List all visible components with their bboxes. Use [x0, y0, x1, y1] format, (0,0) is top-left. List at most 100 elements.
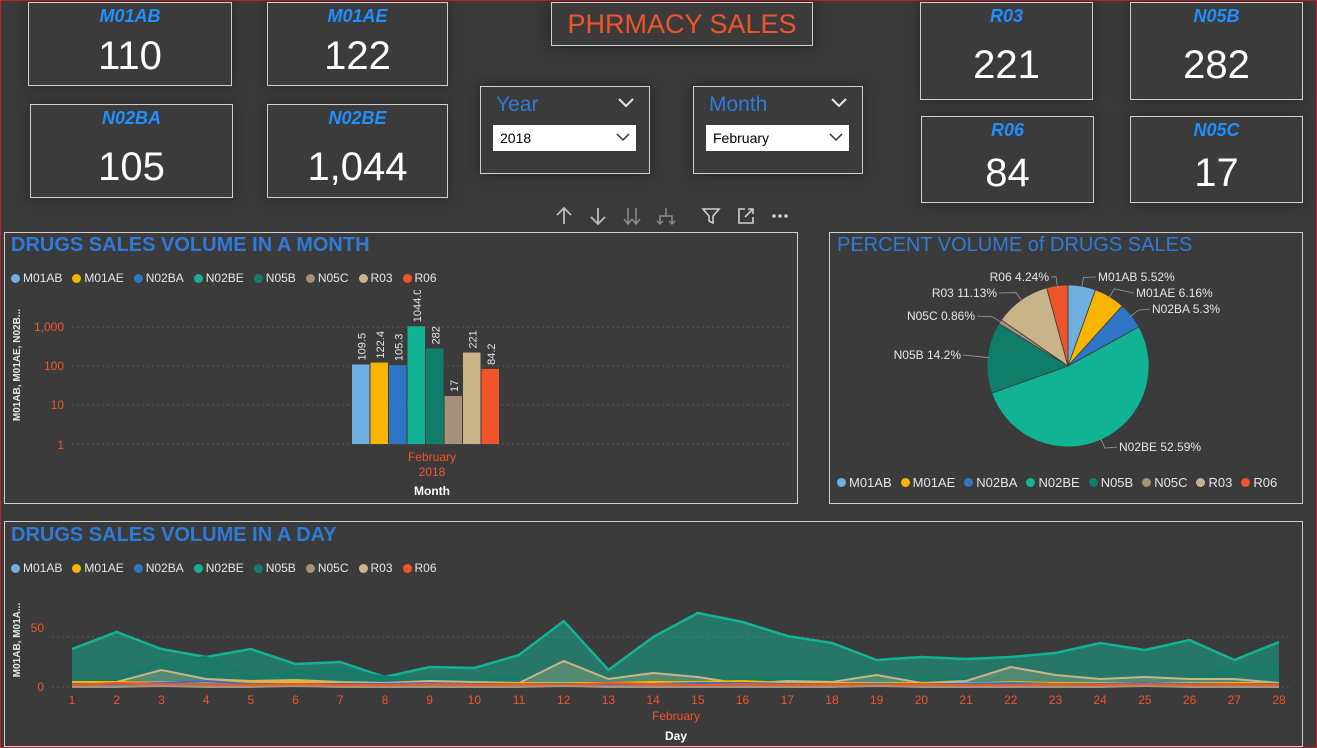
focus-mode-icon[interactable]: [736, 206, 756, 226]
legend-item[interactable]: R06: [1241, 475, 1277, 490]
chevron-down-icon: [829, 133, 843, 142]
more-options-icon[interactable]: [770, 206, 790, 226]
legend-label: N02BE: [205, 271, 244, 285]
bar-m01ab[interactable]: [352, 364, 370, 444]
legend-swatch: [305, 563, 315, 573]
x-tick-label: 13: [602, 693, 616, 707]
kpi-label: N02BE: [328, 108, 387, 128]
x-tick-label: 25: [1138, 693, 1152, 707]
legend-item[interactable]: M01AE: [900, 475, 955, 490]
bar-r06[interactable]: [481, 368, 500, 444]
kpi-value: 221: [973, 43, 1040, 87]
legend-item[interactable]: R03: [358, 271, 393, 285]
hierarchy-icon[interactable]: [656, 206, 676, 226]
y-tick-label: 1: [57, 438, 64, 452]
legend-item[interactable]: N02BA: [133, 271, 184, 285]
kpi-card-n05c[interactable]: N05C 17: [1130, 116, 1303, 203]
legend-item[interactable]: N05B: [253, 561, 296, 575]
legend-item[interactable]: N02BE: [193, 271, 244, 285]
x-tick-label: 21: [959, 693, 973, 707]
kpi-card-n05b[interactable]: N05B 282: [1130, 2, 1303, 100]
double-arrow-down-icon[interactable]: [622, 206, 642, 226]
legend-item[interactable]: N02BA: [133, 561, 184, 575]
legend-swatch: [1142, 478, 1152, 487]
monthly-bar-chart[interactable]: M01AB, M01AE, N02B... 1,000 100 10 1 109…: [4, 290, 794, 500]
legend-item[interactable]: N05C: [305, 271, 349, 285]
arrow-down-icon[interactable]: [588, 206, 608, 226]
month-dropdown[interactable]: February: [706, 125, 849, 151]
legend-item[interactable]: R03: [358, 561, 393, 575]
arrow-up-icon[interactable]: [554, 206, 574, 226]
kpi-card-m01ae[interactable]: M01AE 122: [267, 2, 448, 86]
month-slicer[interactable]: Month February: [693, 86, 863, 174]
kpi-card-n02be[interactable]: N02BE 1,044: [267, 104, 448, 198]
legend-item[interactable]: M01AB: [837, 475, 892, 490]
daily-area-chart[interactable]: M01AB, M01A... 50 0 1 2 3 4 5 6 7 8 9 10 11 12 13 14 1…: [4, 580, 1301, 744]
bar-r03[interactable]: [463, 352, 481, 444]
legend-item[interactable]: M01AB: [11, 271, 62, 285]
pie-label: R06 4.24%: [990, 270, 1050, 284]
legend-label: R06: [414, 271, 437, 285]
kpi-label: N05C: [1193, 120, 1240, 140]
legend-item[interactable]: R03: [1196, 475, 1232, 490]
legend-item[interactable]: N02BA: [964, 475, 1017, 490]
month-dropdown-value: February: [713, 130, 770, 146]
legend-item[interactable]: R06: [402, 561, 437, 575]
legend-swatch: [1026, 478, 1036, 487]
legend-item[interactable]: N05C: [305, 561, 349, 575]
chevron-down-icon[interactable]: [830, 97, 848, 109]
chevron-down-icon: [616, 133, 630, 142]
legend-label: N02BE: [1038, 475, 1080, 490]
x-tick-label: 28: [1272, 693, 1286, 707]
x-tick-labels: 1 2 3 4 5 6 7 8 9 10 11 12 13 14 15 16 17 18 19 20 21 22 23 24 2…: [69, 693, 1286, 707]
bar-data-label: 221: [467, 330, 479, 348]
chevron-down-icon[interactable]: [617, 97, 635, 109]
legend-item[interactable]: N05B: [253, 271, 296, 285]
kpi-card-m01ab[interactable]: M01AB 110: [28, 2, 232, 86]
kpi-card-r06[interactable]: R06 84: [921, 116, 1094, 203]
x-tick-label: 20: [915, 693, 929, 707]
pie-leader-line: [962, 354, 990, 359]
kpi-label: M01AE: [327, 6, 388, 26]
legend-swatch: [72, 273, 82, 283]
year-slicer[interactable]: Year 2018: [480, 86, 650, 174]
x-category-year: 2018: [419, 465, 446, 479]
filter-icon[interactable]: [701, 206, 721, 226]
kpi-value: 17: [1194, 151, 1239, 195]
year-dropdown-value: 2018: [500, 130, 532, 146]
y-tick-labels: 1,000 100 10 1: [34, 320, 64, 452]
legend-item[interactable]: N02BE: [193, 561, 244, 575]
x-tick-label: 15: [691, 693, 705, 707]
x-tick-label: 6: [292, 693, 299, 707]
kpi-card-r03[interactable]: R03 221: [920, 2, 1093, 100]
line-n05c[interactable]: [72, 684, 1279, 688]
legend-item[interactable]: M01AE: [72, 561, 124, 575]
year-slicer-title: Year: [496, 93, 539, 116]
legend-item[interactable]: N05B: [1088, 475, 1133, 490]
bar-series: 109.5 122.4 105.3 1044.0 282 17 221 84.2: [352, 290, 499, 444]
legend-swatch: [837, 478, 846, 487]
pie-label: N05C 0.86%: [907, 309, 975, 323]
legend-item[interactable]: M01AE: [72, 271, 124, 285]
kpi-value: 110: [98, 34, 162, 78]
percent-pie-chart[interactable]: M01AB 5.52% M01AE 6.16% N02BA 5.3% N02BE…: [830, 260, 1300, 470]
bar-data-label: 122.4: [375, 331, 387, 359]
bar-n05c[interactable]: [444, 396, 463, 444]
kpi-value: 84: [985, 151, 1030, 195]
year-dropdown[interactable]: 2018: [493, 125, 636, 151]
bar-n02be[interactable]: [407, 326, 426, 444]
pie-label: N02BA 5.3%: [1152, 302, 1220, 316]
legend-swatch: [193, 273, 203, 283]
x-tick-label: 26: [1183, 693, 1197, 707]
kpi-card-n02ba[interactable]: N02BA 105: [30, 104, 233, 198]
legend-item[interactable]: R06: [402, 271, 437, 285]
area-series: [71, 611, 1280, 688]
legend-item[interactable]: N05C: [1142, 475, 1187, 490]
legend-item[interactable]: M01AB: [11, 561, 62, 575]
bar-n05b[interactable]: [426, 348, 444, 444]
legend-item[interactable]: N02BE: [1026, 475, 1080, 490]
legend-swatch: [11, 273, 20, 283]
bar-m01ae[interactable]: [370, 362, 389, 444]
legend-label: N02BA: [976, 475, 1018, 490]
bar-n02ba[interactable]: [389, 365, 407, 444]
